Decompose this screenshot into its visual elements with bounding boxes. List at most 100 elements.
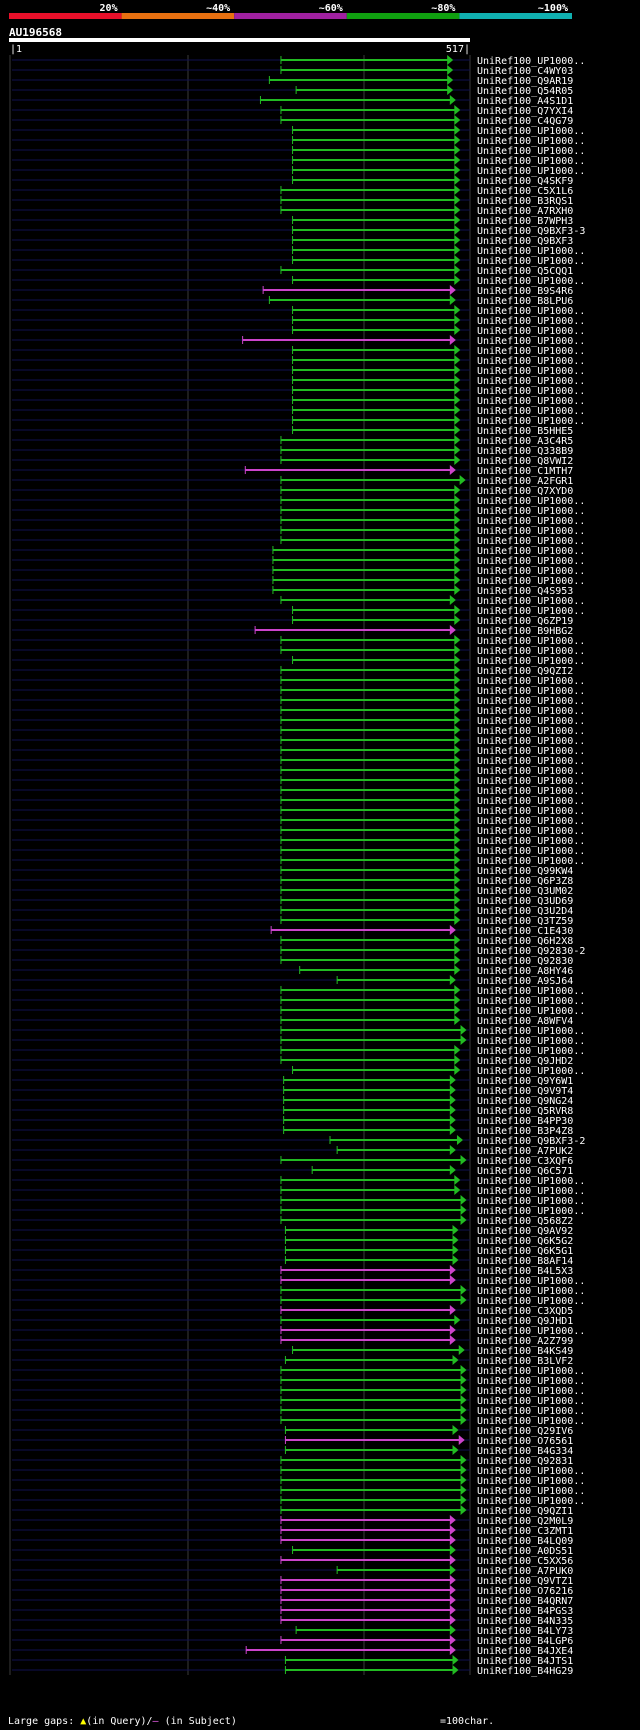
hit-end-arrow	[454, 175, 461, 185]
hit-end-arrow	[460, 1495, 467, 1505]
hit-end-arrow	[454, 205, 461, 215]
hit-end-arrow	[460, 1365, 467, 1375]
hit-end-arrow	[454, 225, 461, 235]
hit-end-arrow	[447, 85, 454, 95]
hit-end-arrow	[458, 1345, 465, 1355]
hit-end-arrow	[454, 895, 461, 905]
hit-end-arrow	[449, 1105, 456, 1115]
hit-end-arrow	[449, 1125, 456, 1135]
hit-end-arrow	[452, 1445, 459, 1455]
hit-end-arrow	[452, 1245, 459, 1255]
hit-end-arrow	[454, 665, 461, 675]
hit-end-arrow	[452, 1655, 459, 1665]
scale-label-5: ~100%	[538, 3, 568, 14]
hit-end-arrow	[449, 465, 456, 475]
hit-end-arrow	[454, 525, 461, 535]
hit-end-arrow	[460, 1455, 467, 1465]
hit-end-arrow	[449, 1585, 456, 1595]
hit-end-arrow	[454, 265, 461, 275]
hit-end-arrow	[454, 845, 461, 855]
hit-end-arrow	[460, 1375, 467, 1385]
hit-end-arrow	[460, 1505, 467, 1515]
query-title: AU196568	[9, 26, 62, 39]
hit-end-arrow	[449, 1165, 456, 1175]
hit-end-arrow	[454, 485, 461, 495]
hit-end-arrow	[454, 1185, 461, 1195]
hit-end-arrow	[449, 1115, 456, 1125]
hit-end-arrow	[449, 925, 456, 935]
hit-end-arrow	[454, 795, 461, 805]
hit-end-arrow	[454, 315, 461, 325]
hit-end-arrow	[454, 585, 461, 595]
hit-end-arrow	[447, 55, 454, 65]
hit-rows: UniRef100_UP1000..UniRef100_C4WY03UniRef…	[12, 55, 585, 1677]
hit-end-arrow	[454, 1175, 461, 1185]
hit-end-arrow	[454, 215, 461, 225]
hit-end-arrow	[454, 715, 461, 725]
hit-end-arrow	[454, 195, 461, 205]
hit-end-arrow	[454, 365, 461, 375]
hit-end-arrow	[449, 595, 456, 605]
query-start-label: |1	[10, 44, 22, 55]
hit-end-arrow	[454, 495, 461, 505]
hit-end-arrow	[449, 1305, 456, 1315]
hit-end-arrow	[454, 245, 461, 255]
hit-end-arrow	[454, 735, 461, 745]
hit-end-arrow	[454, 1065, 461, 1075]
hit-end-arrow	[454, 905, 461, 915]
hit-end-arrow	[454, 725, 461, 735]
hit-end-arrow	[449, 1535, 456, 1545]
hit-end-arrow	[454, 955, 461, 965]
hit-end-arrow	[454, 1055, 461, 1065]
hit-end-arrow	[454, 145, 461, 155]
hit-end-arrow	[460, 1205, 467, 1215]
hit-end-arrow	[459, 475, 466, 485]
query-ruler: |1 517|	[9, 38, 470, 55]
hit-end-arrow	[454, 565, 461, 575]
hit-end-arrow	[449, 1145, 456, 1155]
hit-end-arrow	[454, 605, 461, 615]
hit-end-arrow	[449, 285, 456, 295]
large-gaps-label: Large gaps:	[8, 1716, 75, 1727]
hit-end-arrow	[460, 1285, 467, 1295]
hit-end-arrow	[454, 835, 461, 845]
hit-end-arrow	[454, 305, 461, 315]
hit-end-arrow	[454, 535, 461, 545]
hit-end-arrow	[454, 705, 461, 715]
hit-end-arrow	[454, 875, 461, 885]
hit-end-arrow	[454, 675, 461, 685]
hit-end-arrow	[452, 1225, 459, 1235]
scale-label-3: ~60%	[319, 3, 343, 14]
hit-end-arrow	[460, 1415, 467, 1425]
hit-end-arrow	[454, 275, 461, 285]
hit-end-arrow	[449, 1545, 456, 1555]
hit-end-arrow	[454, 775, 461, 785]
hit-end-arrow	[454, 945, 461, 955]
identity-scale-bar: 20% ~40% ~60% ~80% ~100%	[9, 3, 572, 19]
hit-row[interactable]: UniRef100_B4HG29	[12, 1665, 573, 1677]
query-bar	[9, 38, 470, 42]
grid-lines	[9, 55, 471, 1675]
hit-end-arrow	[449, 1555, 456, 1565]
hit-end-arrow	[449, 1565, 456, 1575]
hit-end-arrow	[454, 445, 461, 455]
hit-end-arrow	[449, 95, 456, 105]
hit-end-arrow	[449, 1605, 456, 1615]
hit-end-arrow	[449, 1325, 456, 1335]
hit-end-arrow	[454, 985, 461, 995]
scale-label-1: 20%	[100, 3, 118, 14]
hit-label[interactable]: UniRef100_B4HG29	[477, 1666, 573, 1677]
hit-end-arrow	[454, 115, 461, 125]
hit-end-arrow	[454, 635, 461, 645]
hit-end-arrow	[454, 395, 461, 405]
hit-end-arrow	[449, 1075, 456, 1085]
hit-end-arrow	[460, 1195, 467, 1205]
hit-end-arrow	[454, 645, 461, 655]
hit-end-arrow	[449, 1095, 456, 1105]
hit-end-arrow	[454, 1045, 461, 1055]
scale-label-2: ~40%	[206, 3, 230, 14]
hit-end-arrow	[454, 255, 461, 265]
hit-end-arrow	[449, 625, 456, 635]
hit-end-arrow	[449, 335, 456, 345]
hit-end-arrow	[460, 1025, 467, 1035]
